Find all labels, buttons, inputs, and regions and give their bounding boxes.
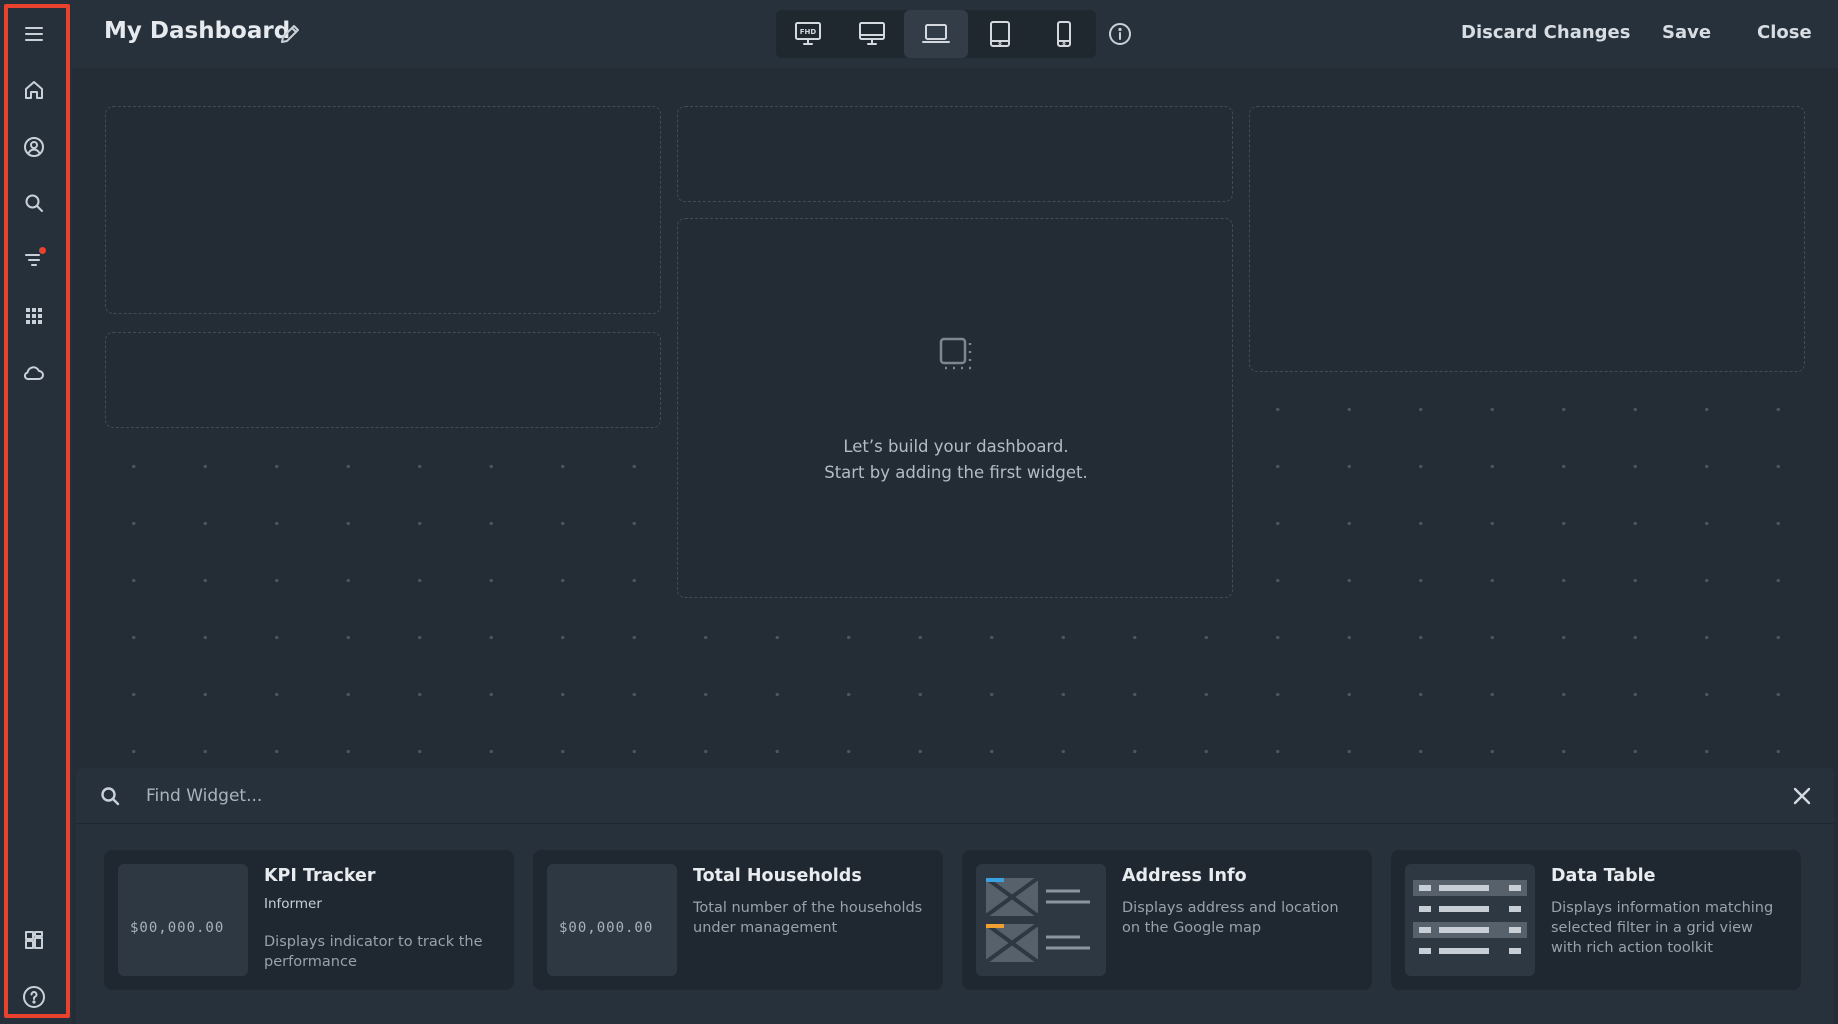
phone-icon	[1057, 21, 1071, 47]
sidebar	[0, 0, 72, 1024]
desktop-button[interactable]	[840, 10, 904, 58]
widget-card-address-info[interactable]: Address Info Displays address and locati…	[962, 850, 1372, 990]
header-bar: My Dashboard FHD Discard Changes Save Cl…	[72, 0, 1838, 68]
widget-card-kpi-tracker[interactable]: $00,000.00 KPI Tracker Informer Displays…	[104, 850, 514, 990]
discard-changes-button[interactable]: Discard Changes	[1461, 22, 1630, 43]
thumb-money-text: $00,000.00	[130, 920, 225, 936]
widget-card-title: KPI Tracker	[264, 866, 376, 886]
laptop-icon	[922, 24, 950, 43]
widget-card-title: Total Households	[693, 866, 862, 886]
device-preview-toggle: FHD	[776, 10, 1096, 58]
widget-slot[interactable]	[1249, 106, 1805, 372]
widget-card-title: Data Table	[1551, 866, 1656, 886]
filter-icon[interactable]	[16, 241, 52, 277]
widget-slot[interactable]	[677, 106, 1233, 202]
address-info-preview-icon	[984, 876, 1090, 964]
widget-card-description: Displays address and location on the Goo…	[1122, 900, 1339, 936]
edit-pencil-icon[interactable]	[278, 22, 302, 46]
tablet-icon	[990, 21, 1010, 47]
tablet-button[interactable]	[968, 10, 1032, 58]
close-icon[interactable]	[1790, 784, 1814, 808]
widget-card-data-table[interactable]: Data Table Displays information matching…	[1391, 850, 1801, 990]
user-circle-icon[interactable]	[16, 129, 52, 165]
widget-slot[interactable]	[105, 106, 661, 314]
info-icon[interactable]	[1107, 21, 1133, 47]
widget-card-title: Address Info	[1122, 866, 1247, 886]
widget-thumbnail	[1405, 864, 1535, 976]
widget-card-total-households[interactable]: $00,000.00 Total Households Total number…	[533, 850, 943, 990]
close-button[interactable]: Close	[1757, 22, 1812, 43]
search-icon[interactable]	[16, 185, 52, 221]
page-title: My Dashboard	[104, 18, 291, 44]
phone-button[interactable]	[1032, 10, 1096, 58]
widget-card-description: Displays information matching selected f…	[1551, 900, 1774, 956]
widget-slot[interactable]	[105, 332, 661, 428]
laptop-button[interactable]	[904, 10, 968, 58]
widget-thumbnail	[976, 864, 1106, 976]
add-widget-placeholder-icon	[937, 335, 975, 373]
cloud-icon[interactable]	[16, 355, 52, 391]
help-icon[interactable]	[16, 979, 52, 1015]
apps-grid-icon[interactable]	[16, 298, 52, 334]
widget-thumbnail: $00,000.00	[118, 864, 248, 976]
widget-slot[interactable]: Let’s build your dashboard. Start by add…	[677, 218, 1233, 598]
widget-card-subtitle: Informer	[264, 896, 322, 912]
search-icon	[98, 784, 122, 808]
widget-picker-panel: $00,000.00 KPI Tracker Informer Displays…	[76, 768, 1834, 1024]
fhd-label: FHD	[800, 28, 817, 36]
save-button[interactable]: Save	[1662, 22, 1711, 43]
thumb-money-text: $00,000.00	[559, 920, 654, 936]
home-icon[interactable]	[16, 72, 52, 108]
widget-search-bar	[76, 768, 1834, 824]
fhd-screen-button[interactable]: FHD	[776, 10, 840, 58]
dashboard-canvas[interactable]: Let’s build your dashboard. Start by add…	[76, 76, 1834, 766]
fhd-monitor-icon: FHD	[795, 22, 821, 45]
empty-state-line1: Let’s build your dashboard.	[843, 437, 1069, 456]
find-widget-input[interactable]	[146, 780, 1646, 812]
menu-icon[interactable]	[16, 16, 52, 52]
widgets-icon[interactable]	[16, 922, 52, 958]
empty-state-line2: Start by adding the first widget.	[824, 463, 1088, 482]
widget-card-description: Total number of the households under man…	[693, 900, 923, 936]
notification-dot	[39, 247, 46, 254]
desktop-monitor-icon	[859, 22, 885, 45]
widget-card-description: Displays indicator to track the performa…	[264, 934, 483, 970]
data-table-preview-icon	[1413, 880, 1527, 954]
widget-thumbnail: $00,000.00	[547, 864, 677, 976]
